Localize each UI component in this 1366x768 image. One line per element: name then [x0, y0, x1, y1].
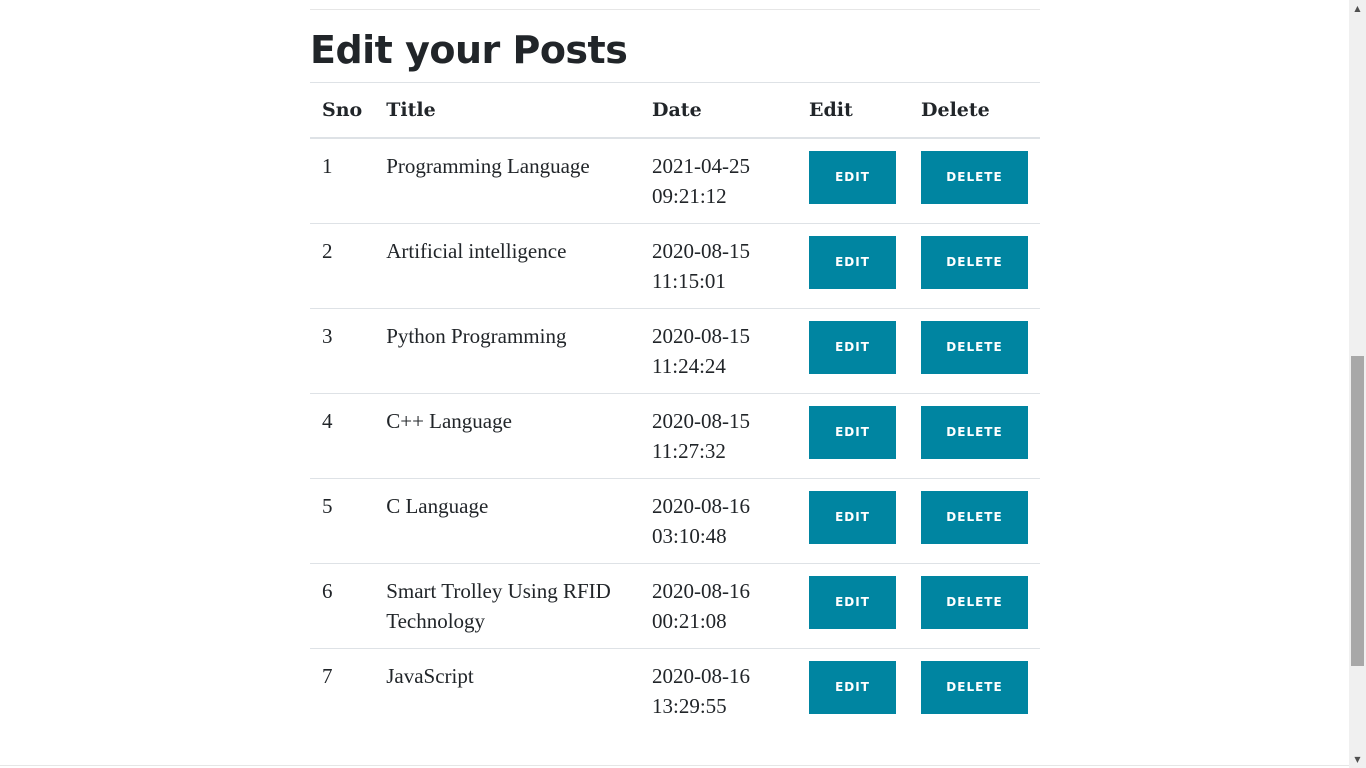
table-header-row: Sno Title Date Edit Delete	[310, 82, 1040, 139]
cell-title: Programming Language	[374, 137, 641, 224]
cell-title: JavaScript	[374, 648, 641, 733]
cell-sno: 6	[310, 563, 375, 649]
cell-date: 2020-08-15 11:15:01	[640, 223, 797, 309]
table-row: 3 Python Programming 2020-08-15 11:24:24 ED…	[310, 308, 1040, 394]
cell-title: C++ Language	[374, 393, 641, 479]
delete-button[interactable]: DELETE	[921, 491, 1028, 544]
cell-sno: 3	[310, 308, 375, 394]
cell-edit: EDIT	[797, 308, 909, 394]
delete-button[interactable]: DELETE	[921, 321, 1028, 374]
header-title: Title	[374, 82, 641, 139]
delete-button[interactable]: DELETE	[921, 151, 1028, 204]
cell-sno: 7	[310, 648, 375, 733]
edit-button[interactable]: EDIT	[809, 151, 896, 204]
header-date: Date	[640, 82, 797, 139]
cell-date: 2020-08-16 03:10:48	[640, 478, 797, 564]
posts-table: Sno Title Date Edit Delete 1 Programming …	[310, 82, 1040, 733]
cell-delete: DELETE	[909, 478, 1040, 564]
cell-date: 2021-04-25 09:21:12	[640, 137, 797, 224]
cell-sno: 5	[310, 478, 375, 564]
cell-sno: 1	[310, 137, 375, 224]
edit-button[interactable]: EDIT	[809, 661, 896, 714]
cell-date: 2020-08-16 00:21:08	[640, 563, 797, 649]
delete-button[interactable]: DELETE	[921, 576, 1028, 629]
cell-delete: DELETE	[909, 137, 1040, 224]
table-row: 5C Language 2020-08-16 03:10:48 EDIT DELETE	[310, 478, 1040, 564]
table-row: 6 Smart Trolley Using RFID Technology 2020…	[310, 563, 1040, 649]
page: Edit your Posts Sno Title Date Edit Dele…	[0, 0, 1349, 768]
table-row: 7 JavaScript 2020-08-16 13:29:55 EDIT DELETE	[310, 648, 1040, 733]
divider	[310, 9, 1040, 10]
cell-sno: 4	[310, 393, 375, 479]
cell-delete: DELETE	[909, 393, 1040, 479]
header-sno: Sno	[310, 82, 375, 139]
cell-edit: EDIT	[797, 648, 909, 733]
cell-title: Smart Trolley Using RFID Technology	[374, 563, 641, 649]
edit-button[interactable]: EDIT	[809, 491, 896, 544]
table-row: 1 Programming Language 2021-04-25 09:21:12…	[310, 137, 1040, 224]
cell-date: 2020-08-16 13:29:55	[640, 648, 797, 733]
cell-edit: EDIT	[797, 563, 909, 649]
cell-title: Artificial intelligence	[374, 223, 641, 309]
page-title: Edit your Posts	[310, 28, 628, 72]
vertical-scrollbar[interactable]: ▲ ▼	[1349, 0, 1366, 768]
cell-date: 2020-08-15 11:24:24	[640, 308, 797, 394]
edit-button[interactable]: EDIT	[809, 321, 896, 374]
delete-button[interactable]: DELETE	[921, 661, 1028, 714]
cell-edit: EDIT	[797, 393, 909, 479]
table-row: 4 C++ Language 2020-08-15 11:27:32 EDIT DELE…	[310, 393, 1040, 479]
scroll-up-icon[interactable]: ▲	[1349, 0, 1366, 17]
cell-delete: DELETE	[909, 308, 1040, 394]
divider	[0, 765, 1349, 766]
table-row: 2 Artificial intelligence 2020-08-15 11:15…	[310, 223, 1040, 309]
edit-button[interactable]: EDIT	[809, 236, 896, 289]
cell-title: Python Programming	[374, 308, 641, 394]
scroll-down-icon[interactable]: ▼	[1349, 751, 1366, 768]
header-delete: Delete	[909, 82, 1040, 139]
delete-button[interactable]: DELETE	[921, 406, 1028, 459]
header-edit: Edit	[797, 82, 909, 139]
cell-sno: 2	[310, 223, 375, 309]
cell-date: 2020-08-15 11:27:32	[640, 393, 797, 479]
delete-button[interactable]: DELETE	[921, 236, 1028, 289]
scroll-thumb[interactable]	[1351, 356, 1364, 666]
cell-delete: DELETE	[909, 648, 1040, 733]
edit-button[interactable]: EDIT	[809, 576, 896, 629]
cell-edit: EDIT	[797, 223, 909, 309]
cell-delete: DELETE	[909, 563, 1040, 649]
edit-button[interactable]: EDIT	[809, 406, 896, 459]
cell-delete: DELETE	[909, 223, 1040, 309]
cell-title: C Language	[374, 478, 641, 564]
cell-edit: EDIT	[797, 137, 909, 224]
cell-edit: EDIT	[797, 478, 909, 564]
